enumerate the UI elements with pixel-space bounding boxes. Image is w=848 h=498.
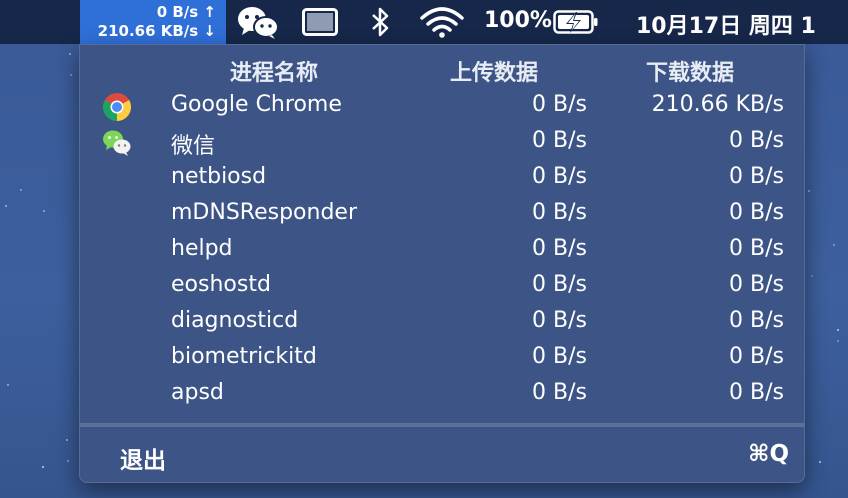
star [70, 74, 72, 76]
process-download: 0 B/s [729, 236, 784, 261]
star [833, 244, 835, 246]
process-upload: 0 B/s [532, 164, 587, 189]
process-row: netbiosd 0 B/s 0 B/s [80, 161, 804, 197]
process-download: 0 B/s [729, 128, 784, 153]
star [20, 189, 22, 191]
battery-percent[interactable]: 100% [484, 8, 552, 33]
star [7, 384, 9, 386]
process-download: 0 B/s [729, 200, 784, 225]
star [808, 190, 810, 192]
upload-speed: 0 B/s ↑ [156, 3, 216, 21]
star [837, 340, 839, 342]
star [66, 439, 68, 441]
chrome-icon [103, 93, 131, 121]
battery-charging-icon[interactable] [553, 10, 599, 34]
process-name: biometrickitd [171, 344, 317, 369]
star [819, 461, 821, 463]
process-name: mDNSResponder [171, 200, 358, 225]
star [811, 275, 813, 277]
netspeed-dropdown-panel: 进程名称 上传数据 下载数据 Google Chrome 0 B/s 210.66 … [79, 44, 805, 483]
process-download: 0 B/s [729, 380, 784, 405]
process-name: eoshostd [171, 272, 271, 297]
wechat-icon [103, 130, 131, 156]
upload-header: 上传数据 [450, 61, 539, 86]
process-upload: 0 B/s [532, 200, 587, 225]
process-upload: 0 B/s [532, 380, 587, 405]
process-row: 微信 0 B/s 0 B/s [80, 125, 804, 161]
menu-bar: 0 B/s ↑ 210.66 KB/s ↓ 100% 10月17日 周四 1 [0, 0, 848, 44]
process-download: 0 B/s [729, 344, 784, 369]
process-row: apsd 0 B/s 0 B/s [80, 377, 804, 413]
process-name: 微信 [171, 134, 216, 159]
process-download: 0 B/s [729, 308, 784, 333]
process-download: 0 B/s [729, 164, 784, 189]
netspeed-menu-item[interactable]: 0 B/s ↑ 210.66 KB/s ↓ [80, 0, 226, 44]
wifi-icon[interactable] [420, 6, 464, 38]
process-upload: 0 B/s [532, 308, 587, 333]
wechat-icon[interactable] [236, 4, 280, 40]
process-upload: 0 B/s [532, 272, 587, 297]
process-row: eoshostd 0 B/s 0 B/s [80, 269, 804, 305]
process-row: helpd 0 B/s 0 B/s [80, 233, 804, 269]
bluetooth-icon[interactable] [369, 6, 391, 38]
clock[interactable]: 10月17日 周四 1 [636, 8, 816, 40]
process-download: 210.66 KB/s [651, 92, 784, 117]
star [69, 53, 71, 55]
process-download: 0 B/s [729, 272, 784, 297]
star [43, 210, 45, 212]
quit-shortcut: ⌘Q [748, 441, 789, 467]
download-speed: 210.66 KB/s ↓ [97, 22, 216, 40]
star [42, 466, 44, 468]
quit-menu-item[interactable]: 退出 [120, 441, 166, 475]
process-upload: 0 B/s [532, 128, 587, 153]
process-name: diagnosticd [171, 308, 299, 333]
process-row: diagnosticd 0 B/s 0 B/s [80, 305, 804, 341]
star [67, 460, 69, 462]
separator [80, 423, 804, 427]
process-row: Google Chrome 0 B/s 210.66 KB/s [80, 89, 804, 125]
display-icon[interactable] [302, 8, 338, 36]
process-name: apsd [171, 380, 224, 405]
star [837, 329, 839, 331]
process-name-header: 进程名称 [230, 61, 319, 86]
process-name: helpd [171, 236, 233, 261]
process-name: netbiosd [171, 164, 267, 189]
star [5, 205, 7, 207]
process-name: Google Chrome [171, 92, 342, 117]
process-row: mDNSResponder 0 B/s 0 B/s [80, 197, 804, 233]
process-upload: 0 B/s [532, 236, 587, 261]
process-row: biometrickitd 0 B/s 0 B/s [80, 341, 804, 377]
download-header: 下载数据 [646, 61, 735, 86]
process-upload: 0 B/s [532, 344, 587, 369]
process-upload: 0 B/s [532, 92, 587, 117]
